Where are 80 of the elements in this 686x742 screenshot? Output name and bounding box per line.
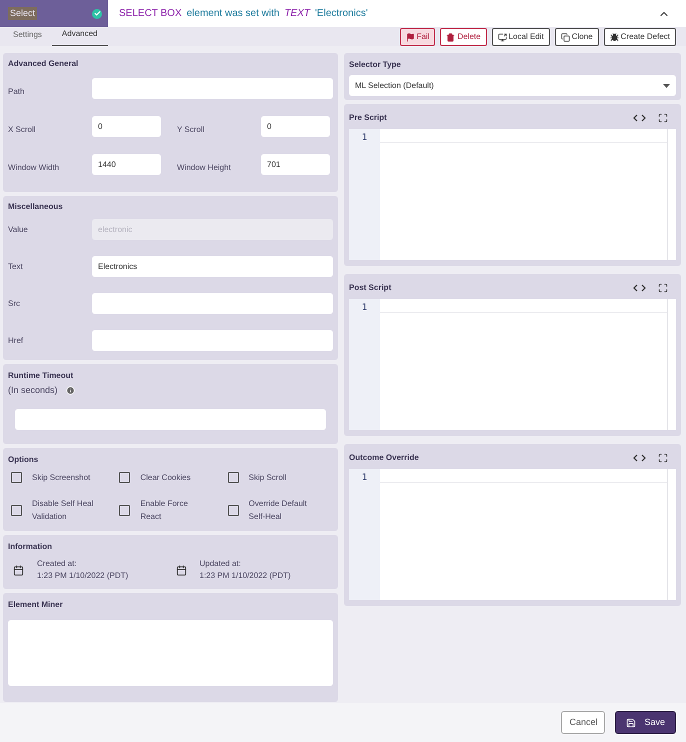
fullscreen-icon[interactable] xyxy=(658,453,668,463)
action-button[interactable]: Delete xyxy=(440,28,487,46)
checkbox[interactable] xyxy=(119,504,130,516)
fullscreen-icon[interactable] xyxy=(658,283,668,293)
checkbox[interactable] xyxy=(228,504,239,516)
checkbox[interactable] xyxy=(119,472,130,483)
line-number: 1 xyxy=(362,302,368,315)
select-field[interactable]: ML Selection (Default) xyxy=(349,75,676,96)
line-number: 1 xyxy=(362,472,368,485)
info-value: 1:23 PM 1/10/2022 (PDT) xyxy=(200,570,291,582)
code-icon[interactable] xyxy=(633,284,646,292)
checkbox-label: Skip Scroll xyxy=(248,472,288,484)
code-icon[interactable] xyxy=(633,114,646,122)
field-label: Text xyxy=(8,260,24,272)
panel-title: Options xyxy=(8,454,40,466)
text-field[interactable]: 0 xyxy=(92,116,161,137)
action-button[interactable]: Fail xyxy=(400,28,436,46)
calendar-icon xyxy=(13,564,24,576)
checkbox-label: Clear Cookies xyxy=(140,472,192,484)
panel-title: Post Script xyxy=(349,282,392,294)
fullscreen-icon[interactable] xyxy=(658,113,668,123)
code-editor[interactable]: 1 xyxy=(349,469,676,600)
panel-title: Outcome Override xyxy=(349,452,419,464)
code-editor[interactable]: 1 xyxy=(349,129,676,260)
panel-subtitle: (In seconds) xyxy=(8,384,58,397)
trash-icon xyxy=(446,32,456,42)
checkbox-label: Enable Force React xyxy=(140,498,189,523)
action-button[interactable]: Clone xyxy=(554,28,599,46)
step-message: SELECT BOX element was set with TEXT 'Electronics' xyxy=(119,7,368,21)
code-icon[interactable] xyxy=(633,454,646,462)
field-label: Src xyxy=(8,298,21,310)
dropdown-icon xyxy=(663,84,670,88)
screen-icon xyxy=(498,32,507,42)
step-tag[interactable]: Select xyxy=(0,0,108,27)
text-field[interactable]: Electronics xyxy=(92,256,333,277)
text-field[interactable]: 701 xyxy=(261,154,330,175)
copy-icon xyxy=(560,32,570,42)
field-label: X Scroll xyxy=(8,124,37,136)
text-field[interactable] xyxy=(92,78,333,99)
panel-title: Miscellaneous xyxy=(8,201,64,213)
bug-icon xyxy=(610,32,619,42)
step-name: Select xyxy=(8,6,38,20)
text-field[interactable]: 0 xyxy=(261,116,330,137)
save-icon xyxy=(626,718,636,728)
field-label: Window Height xyxy=(177,162,232,174)
info-icon[interactable] xyxy=(66,386,75,396)
text-field[interactable] xyxy=(15,408,326,430)
checkbox[interactable] xyxy=(11,472,22,483)
text-field[interactable]: 1440 xyxy=(92,154,161,175)
checkbox[interactable] xyxy=(11,504,22,516)
checkbox-label: Disable Self Heal Validation xyxy=(32,498,94,523)
panel-title: Runtime Timeout xyxy=(8,370,74,382)
checkbox[interactable] xyxy=(228,472,239,483)
tab[interactable]: Advanced xyxy=(52,27,108,46)
field-label: Y Scroll xyxy=(177,124,206,136)
panel-title: Advanced General xyxy=(8,58,80,70)
text-field[interactable] xyxy=(92,330,333,351)
line-number: 1 xyxy=(362,132,368,145)
info-value: 1:23 PM 1/10/2022 (PDT) xyxy=(37,570,128,582)
code-editor[interactable]: 1 xyxy=(349,299,676,430)
flag-icon xyxy=(406,32,415,42)
field-label: Window Width xyxy=(8,162,60,174)
action-button[interactable]: Local Edit xyxy=(492,28,550,46)
panel-title: Pre Script xyxy=(349,112,387,124)
checkbox-label: Skip Screenshot xyxy=(32,472,92,484)
text-field[interactable] xyxy=(92,293,333,314)
field-label: Path xyxy=(8,86,26,98)
field-label: Value xyxy=(8,224,29,236)
panel-title: Information xyxy=(8,541,53,553)
save-button[interactable]: Save xyxy=(615,711,676,734)
tab[interactable]: Settings xyxy=(3,27,52,46)
panel-title: Element Miner xyxy=(8,599,64,611)
field-label: Href xyxy=(8,334,24,346)
info-label: Updated at: xyxy=(200,558,242,570)
calendar-icon xyxy=(176,564,186,576)
action-button[interactable]: Create Defect xyxy=(604,28,676,46)
checkbox-label: Override Default Self-Heal xyxy=(248,498,308,523)
panel-title: Selector Type xyxy=(349,59,402,71)
info-label: Created at: xyxy=(37,558,78,570)
cancel-button[interactable]: Cancel xyxy=(561,711,606,734)
